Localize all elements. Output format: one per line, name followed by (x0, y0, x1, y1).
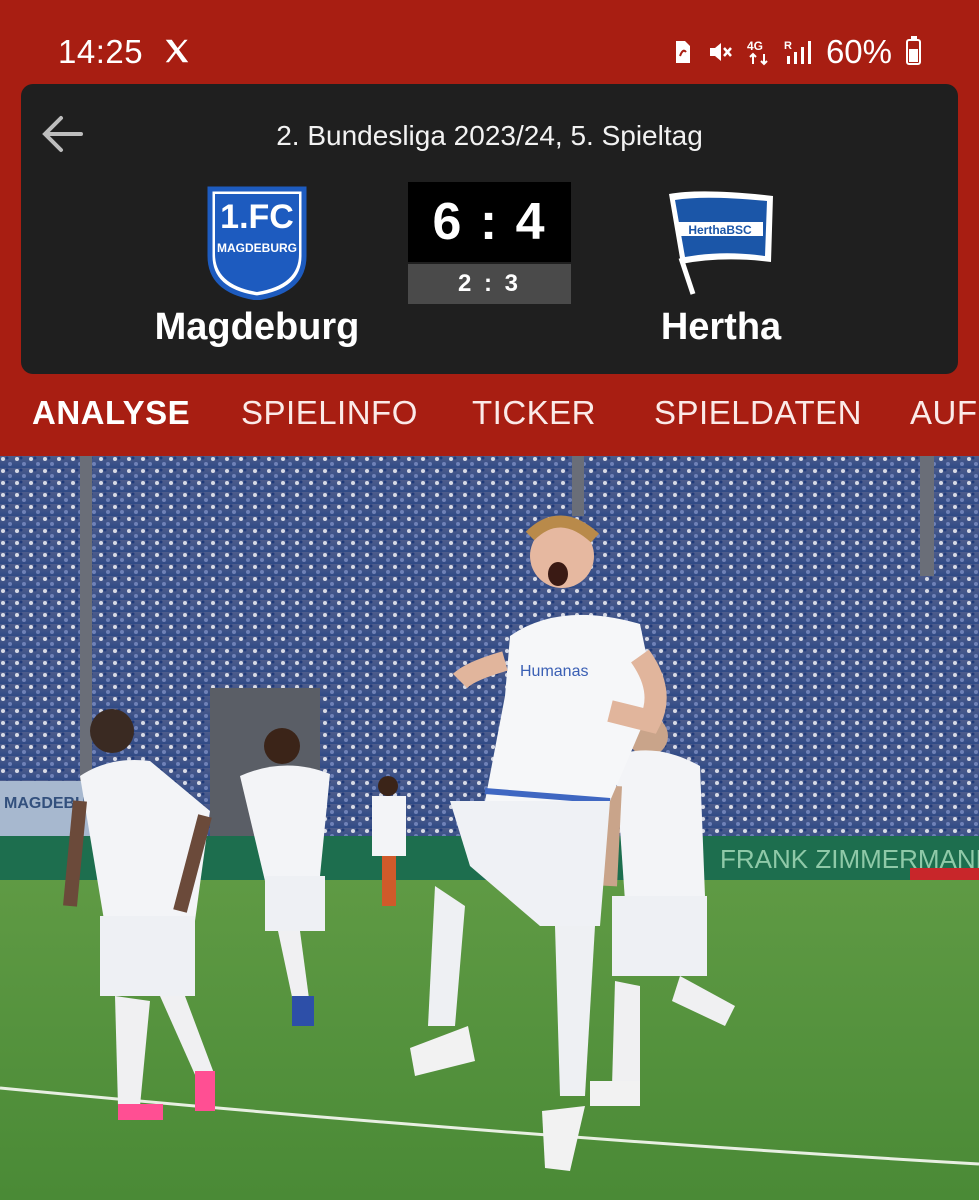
battery-level-fill (909, 48, 918, 62)
svg-text:R: R (784, 40, 792, 52)
battery-icon (906, 36, 921, 65)
mute-icon (709, 43, 732, 61)
sim-icon (675, 41, 690, 63)
shirt-sponsor: Humanas (520, 663, 588, 680)
status-icons: 4G R 60% (670, 33, 921, 71)
tab-ticker[interactable]: TICKER (472, 394, 596, 432)
league-title: 2. Bundesliga 2023/24, 5. Spieltag (276, 120, 703, 151)
status-time: 14:25 (58, 33, 144, 70)
x-logo-icon (165, 39, 189, 63)
tab-spieldaten[interactable]: SPIELDATEN (654, 394, 862, 432)
home-crest-top: 1.FC (220, 198, 294, 236)
half-time-score: 2 : 3 (408, 264, 571, 304)
tab-spielinfo[interactable]: SPIELINFO (241, 394, 418, 432)
full-time-score: 6 : 4 (408, 182, 571, 262)
battery-percent: 60% (825, 33, 892, 70)
home-crest-bottom: MAGDEBURG (217, 241, 297, 255)
magdeburg-crest-icon[interactable]: 1.FC MAGDEBURG (207, 186, 307, 300)
tab-bar: ANALYSE SPIELINFO TICKER SPIELDATEN AUFS (0, 380, 979, 456)
4g-icon: 4G (747, 39, 768, 66)
match-photo: MAGDEBURG FRANK ZIMMERMANN Humanas (0, 456, 979, 1200)
away-crest-text: HerthaBSC (688, 223, 752, 237)
match-header-card: 2. Bundesliga 2023/24, 5. Spieltag 1.FC … (21, 84, 958, 374)
tab-analyse[interactable]: ANALYSE (32, 394, 190, 432)
tab-aufstellung[interactable]: AUFS (910, 394, 979, 432)
celebration-image: MAGDEBURG FRANK ZIMMERMANN Humanas (0, 456, 979, 1200)
hertha-crest-icon[interactable]: HerthaBSC (663, 188, 779, 298)
svg-text:4G: 4G (747, 39, 763, 53)
away-team-name[interactable]: Hertha (585, 306, 857, 349)
signal-icon: R (784, 40, 811, 64)
home-team-name[interactable]: Magdeburg (121, 306, 393, 349)
status-bar: 14:25 4G R 60% (0, 0, 979, 84)
